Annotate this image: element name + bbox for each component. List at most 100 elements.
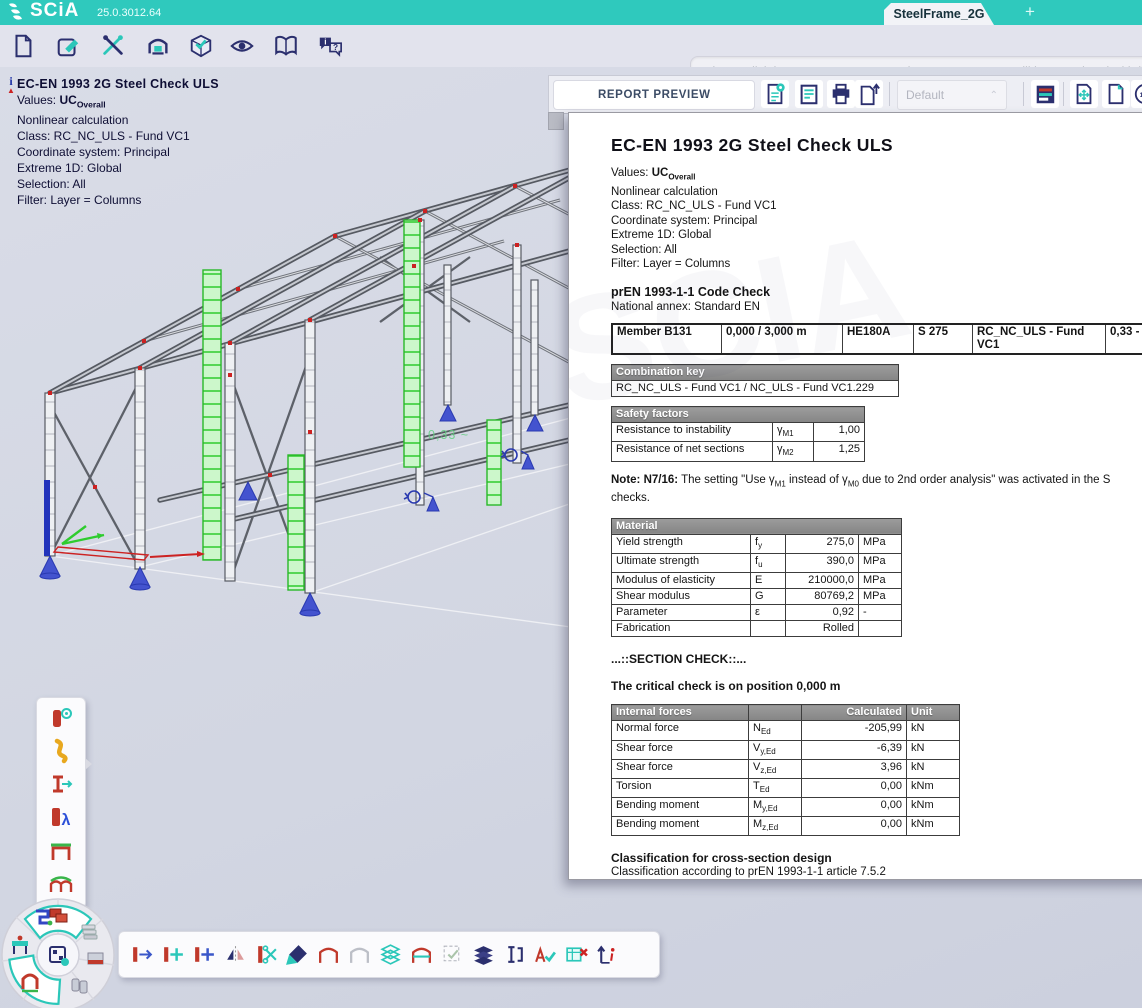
new-tab-button[interactable]: +: [1018, 2, 1042, 22]
cross-section-button[interactable]: [41, 768, 81, 800]
cone-support: [40, 556, 60, 579]
fit-page-button[interactable]: [1102, 80, 1130, 108]
column-lambda-icon: λ: [48, 804, 74, 830]
new-project-button[interactable]: [6, 29, 40, 63]
export-report-button[interactable]: [855, 80, 883, 108]
buckling-button[interactable]: λ: [41, 801, 81, 833]
display-settings-button[interactable]: [1031, 80, 1059, 108]
report-preview-title-tab[interactable]: REPORT PREVIEW: [553, 80, 755, 110]
report-preview-title: REPORT PREVIEW: [598, 89, 711, 101]
member-summary-table: Member B131 0,000 / 3,000 m HE180A S 275…: [611, 323, 1142, 355]
rename-member-button[interactable]: [499, 938, 530, 972]
cone-support: [300, 593, 320, 616]
layers-icon: [471, 942, 496, 967]
tools-button[interactable]: [96, 29, 130, 63]
view-button[interactable]: [225, 29, 259, 63]
workstation-wheel[interactable]: [0, 897, 120, 1008]
hall-template-button[interactable]: [41, 867, 81, 899]
zoom-100-button[interactable]: 100: [1131, 80, 1142, 108]
toolbar-divider: [1063, 82, 1064, 106]
edit-pencil-icon: [55, 33, 81, 59]
cone-support: [130, 567, 150, 590]
zoom-100-icon: 100: [1133, 82, 1142, 106]
title-bar: SCiA 25.0.3012.64 SteelFrame_2G +: [0, 0, 1142, 25]
spellcheck-icon: [533, 942, 558, 967]
insert-frame-button[interactable]: [406, 938, 437, 972]
cone-support: [527, 415, 543, 431]
eye-icon: [229, 33, 255, 59]
check-annotation-button[interactable]: [530, 938, 561, 972]
cut-member-button[interactable]: [251, 938, 282, 972]
calculate-button[interactable]: [141, 29, 175, 63]
delete-table-icon: [564, 942, 589, 967]
national-annex: National annex: Standard EN: [611, 300, 1142, 315]
project-tab[interactable]: SteelFrame_2G: [884, 3, 994, 25]
modify-toolbar: [118, 931, 660, 978]
frame-template-button[interactable]: [41, 834, 81, 866]
internal-forces-table: Internal forces Calculated Unit Normal f…: [611, 704, 960, 836]
export-document-icon: [857, 82, 881, 106]
table-of-contents-button[interactable]: [795, 80, 823, 108]
connect-members-icon: [161, 942, 186, 967]
report-title: EC-EN 1993 2G Steel Check ULS: [611, 135, 1142, 156]
svg-text:i: i: [324, 37, 326, 47]
layout-dropdown[interactable]: Default ⌃: [897, 80, 1007, 110]
uc-result-label: 0,33 ~: [428, 428, 469, 442]
report-preview-header: REPORT PREVIEW Default ⌃ 100: [548, 75, 1142, 114]
display-settings-icon: [1033, 82, 1057, 106]
layout-dropdown-value: Default: [906, 88, 944, 102]
connect-members-button[interactable]: [158, 938, 189, 972]
extend-member-button[interactable]: [189, 938, 220, 972]
table-of-contents-icon: [797, 82, 821, 106]
move-member-icon: [130, 942, 155, 967]
cone-support: [440, 405, 456, 421]
section-check-heading: ...::SECTION CHECK::...: [611, 652, 1142, 666]
curved-beam-button[interactable]: [41, 735, 81, 767]
portal-frame-icon: [316, 942, 341, 967]
tools-icon: [100, 33, 126, 59]
project-tab-label: SteelFrame_2G: [893, 7, 984, 21]
chevron-up-icon: ⌃: [990, 90, 998, 101]
toolbar-divider: [889, 82, 890, 106]
member-info-button[interactable]: [592, 938, 623, 972]
edit-project-button[interactable]: [51, 29, 85, 63]
cone-support: [239, 482, 257, 500]
combination-key-table: Combination key RC_NC_ULS - Fund VC1 / N…: [611, 364, 899, 397]
copy-storey-button[interactable]: [375, 938, 406, 972]
wheel-center-button[interactable]: [37, 934, 79, 976]
mirror-icon: [223, 942, 248, 967]
code-check-heading: prEN 1993-1-1 Code Check: [611, 285, 1142, 299]
fit-width-button[interactable]: [1070, 80, 1098, 108]
move-member-button[interactable]: [127, 938, 158, 972]
blue-result-bar: [44, 480, 50, 556]
steel-member-settings-button[interactable]: [41, 702, 81, 734]
help-button[interactable]: i?: [313, 29, 347, 63]
cut-member-icon: [254, 942, 279, 967]
regenerate-report-button[interactable]: [761, 80, 789, 108]
storage-box-icon: [88, 953, 103, 964]
print-button[interactable]: [827, 80, 855, 108]
panel-resize-corner[interactable]: [548, 112, 564, 130]
axis-info-icon: [595, 942, 620, 967]
classification-heading: Classification for cross-section design: [611, 851, 1142, 865]
results-button[interactable]: [184, 29, 218, 63]
text-cursor-icon: [502, 942, 527, 967]
delete-results-button[interactable]: [561, 938, 592, 972]
viewport-result-legend: EC-EN 1993 2G Steel Check ULS Values: UC…: [17, 76, 219, 208]
libraries-button[interactable]: [269, 29, 303, 63]
mirror-button[interactable]: [220, 938, 251, 972]
version-text: 25.0.3012.64: [97, 7, 161, 19]
catalog-frame-button[interactable]: [313, 938, 344, 972]
new-document-icon: [10, 33, 36, 59]
catalog-frame-disabled-button: [344, 938, 375, 972]
curved-beam-icon: [48, 738, 74, 764]
portal-frame-disabled-icon: [347, 942, 372, 967]
steel-check-toolbar: λ: [36, 697, 86, 909]
fit-width-icon: [1072, 82, 1096, 106]
app-logo: SCiA: [30, 0, 79, 22]
scia-leaf-icon: [5, 2, 27, 23]
copy-properties-button[interactable]: [282, 938, 313, 972]
report-page[interactable]: SCIA EC-EN 1993 2G Steel Check ULS Value…: [568, 112, 1142, 880]
manage-layers-button[interactable]: [468, 938, 499, 972]
toolbar-divider: [1023, 82, 1024, 106]
